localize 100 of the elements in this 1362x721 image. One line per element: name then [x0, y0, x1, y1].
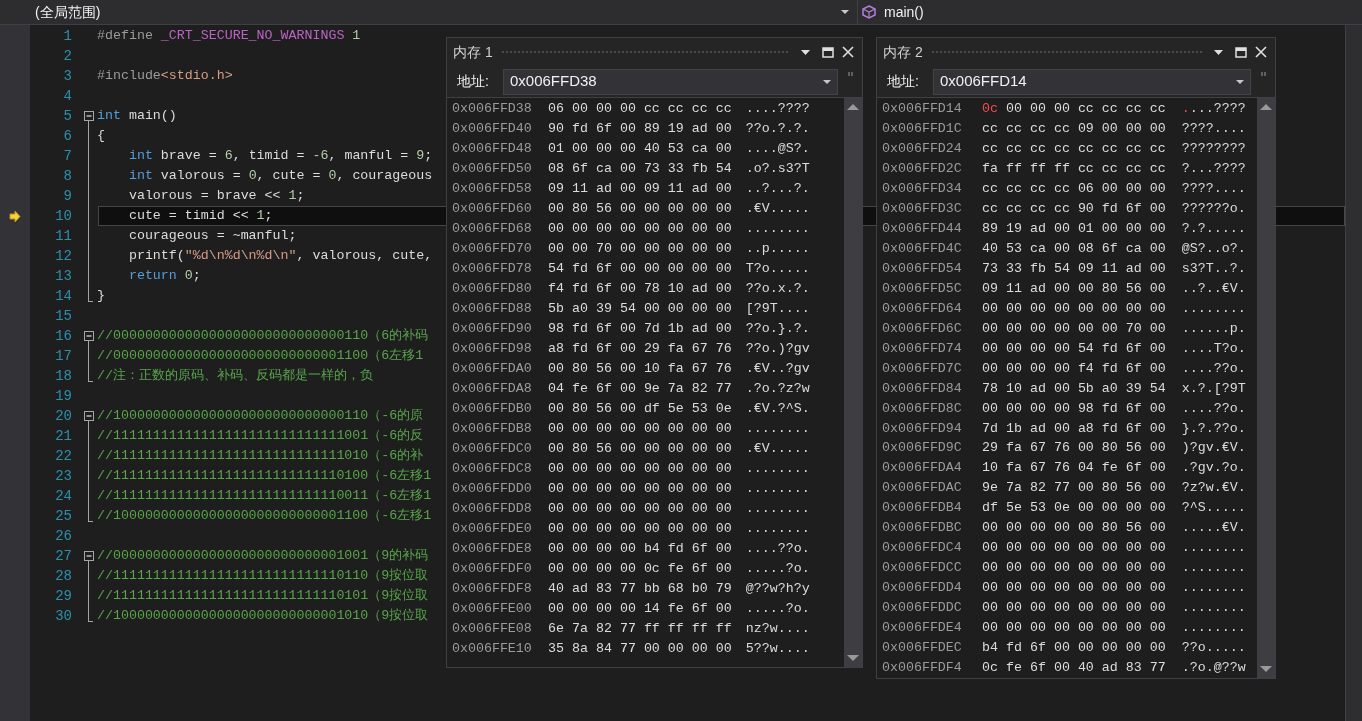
- close-icon[interactable]: [842, 46, 854, 58]
- hex-byte: 00: [691, 640, 708, 659]
- dropdown-arrow-icon[interactable]: [1214, 49, 1223, 55]
- collapse-icon[interactable]: [84, 551, 94, 561]
- toolbar-overflow-icon[interactable]: [848, 70, 854, 78]
- memory-address: 0x006FFD9C: [882, 439, 963, 458]
- ascii-text: @??w?h?y: [745, 580, 810, 599]
- hex-byte: ad: [691, 320, 708, 339]
- hex-byte: fd: [1005, 639, 1022, 658]
- line-number: 30: [54, 607, 72, 626]
- hex-byte: 40: [982, 239, 998, 258]
- hex-byte: a8: [1077, 419, 1094, 438]
- hex-byte: cc: [982, 120, 998, 138]
- collapse-icon[interactable]: [84, 411, 94, 421]
- hex-byte: 00: [667, 240, 684, 259]
- hex-byte: 00: [1077, 439, 1094, 458]
- line-number: 23: [54, 467, 72, 486]
- scrollbar[interactable]: [844, 98, 862, 667]
- hex-byte: 00: [1053, 100, 1070, 118]
- hex-byte: 00: [595, 600, 612, 619]
- hex-byte: 00: [1125, 599, 1142, 618]
- member-dropdown[interactable]: main(): [858, 0, 1158, 24]
- hex-byte: fd: [1101, 199, 1118, 218]
- hex-byte: cc: [1077, 159, 1094, 178]
- scope-dropdown[interactable]: (全局范围): [30, 0, 858, 24]
- hex-byte: cc: [982, 139, 998, 158]
- hex-byte: 90: [548, 120, 564, 139]
- close-icon[interactable]: [1255, 46, 1267, 58]
- hex-byte: 00: [571, 600, 588, 619]
- line-number: 4: [62, 87, 72, 106]
- hex-byte: 00: [1149, 339, 1166, 358]
- memory-address: 0x006FFD38: [452, 100, 533, 119]
- hex-byte: ff: [715, 620, 732, 639]
- hex-byte: 00: [1149, 459, 1166, 478]
- hex-byte: 00: [595, 220, 612, 239]
- hex-byte: 56: [1125, 479, 1142, 498]
- hex-byte: 00: [595, 140, 612, 159]
- caret-icon[interactable]: [1236, 79, 1244, 84]
- hex-byte: cc: [982, 199, 998, 218]
- hex-byte: cc: [1101, 139, 1118, 158]
- maximize-icon[interactable]: [822, 46, 834, 58]
- hex-byte: 00: [1053, 579, 1070, 598]
- ascii-text: ?z?w.€V.: [1181, 479, 1246, 498]
- hex-byte: 00: [715, 440, 732, 459]
- hex-byte: ff: [1005, 159, 1022, 178]
- scrollbar[interactable]: [1257, 98, 1275, 678]
- line-number: 20: [54, 407, 72, 426]
- hex-byte: b4: [982, 639, 998, 658]
- hex-byte: 1b: [1005, 419, 1022, 438]
- hex-byte: 00: [715, 520, 732, 539]
- collapse-icon[interactable]: [84, 331, 94, 341]
- hex-byte: cc: [1149, 159, 1166, 178]
- ascii-text: ????????: [1181, 139, 1246, 158]
- hex-byte: ff: [667, 620, 684, 639]
- dropdown-arrow-icon[interactable]: [801, 49, 810, 55]
- hex-byte: 00: [982, 299, 998, 318]
- hex-byte: cc: [691, 100, 708, 119]
- toolbar-overflow-icon[interactable]: [1261, 70, 1267, 78]
- hex-byte: 00: [667, 640, 684, 659]
- hex-byte: 00: [548, 500, 564, 519]
- hex-byte: 00: [667, 220, 684, 239]
- caret-icon[interactable]: [823, 79, 831, 84]
- hex-byte: 89: [643, 120, 660, 139]
- memory-address: 0x006FFD44: [882, 219, 963, 238]
- hex-byte: 00: [1053, 359, 1070, 378]
- collapse-icon[interactable]: [84, 111, 94, 121]
- hex-byte: 10: [1005, 379, 1022, 398]
- hex-byte: 00: [691, 260, 708, 279]
- hex-byte: 00: [667, 260, 684, 279]
- hex-byte: 54: [1077, 339, 1094, 358]
- line-number: 9: [62, 187, 72, 206]
- code-line: #include<stdio.h>: [97, 67, 233, 85]
- memory-address: 0x006FFDF8: [452, 580, 533, 599]
- hex-byte: 06: [1077, 179, 1094, 198]
- caret-icon[interactable]: [841, 10, 849, 14]
- address-field[interactable]: 0x006FFD38: [503, 68, 838, 95]
- ascii-text: ....??o.: [1181, 359, 1246, 378]
- scroll-down-icon[interactable]: [1260, 666, 1272, 672]
- hex-byte: 00: [1029, 399, 1046, 418]
- hex-byte: 00: [715, 540, 732, 559]
- hex-byte: 6f: [1029, 639, 1046, 658]
- ascii-text: ........: [745, 220, 810, 239]
- ascii-text: .€V.?^S.: [745, 400, 810, 419]
- hex-byte: 00: [548, 360, 564, 379]
- hex-byte: 08: [548, 160, 564, 179]
- scroll-up-icon[interactable]: [1260, 104, 1272, 110]
- scroll-down-icon[interactable]: [847, 655, 859, 661]
- memory-address: 0x006FFD14: [882, 100, 963, 118]
- hex-byte: 00: [595, 560, 612, 579]
- memory-address: 0x006FFD24: [882, 139, 963, 158]
- hex-byte: 0c: [982, 100, 998, 118]
- code-line: printf("%d\n%d\n%d\n", valorous, cute,: [127, 247, 433, 265]
- hex-byte: 00: [1101, 319, 1118, 338]
- hex-byte: 35: [548, 640, 564, 659]
- hex-byte: fe: [1101, 459, 1118, 478]
- address-field[interactable]: 0x006FFD14: [933, 68, 1251, 95]
- maximize-icon[interactable]: [1235, 46, 1247, 58]
- line-number: 11: [54, 227, 72, 246]
- hex-byte: 11: [667, 180, 684, 199]
- scroll-up-icon[interactable]: [847, 104, 859, 110]
